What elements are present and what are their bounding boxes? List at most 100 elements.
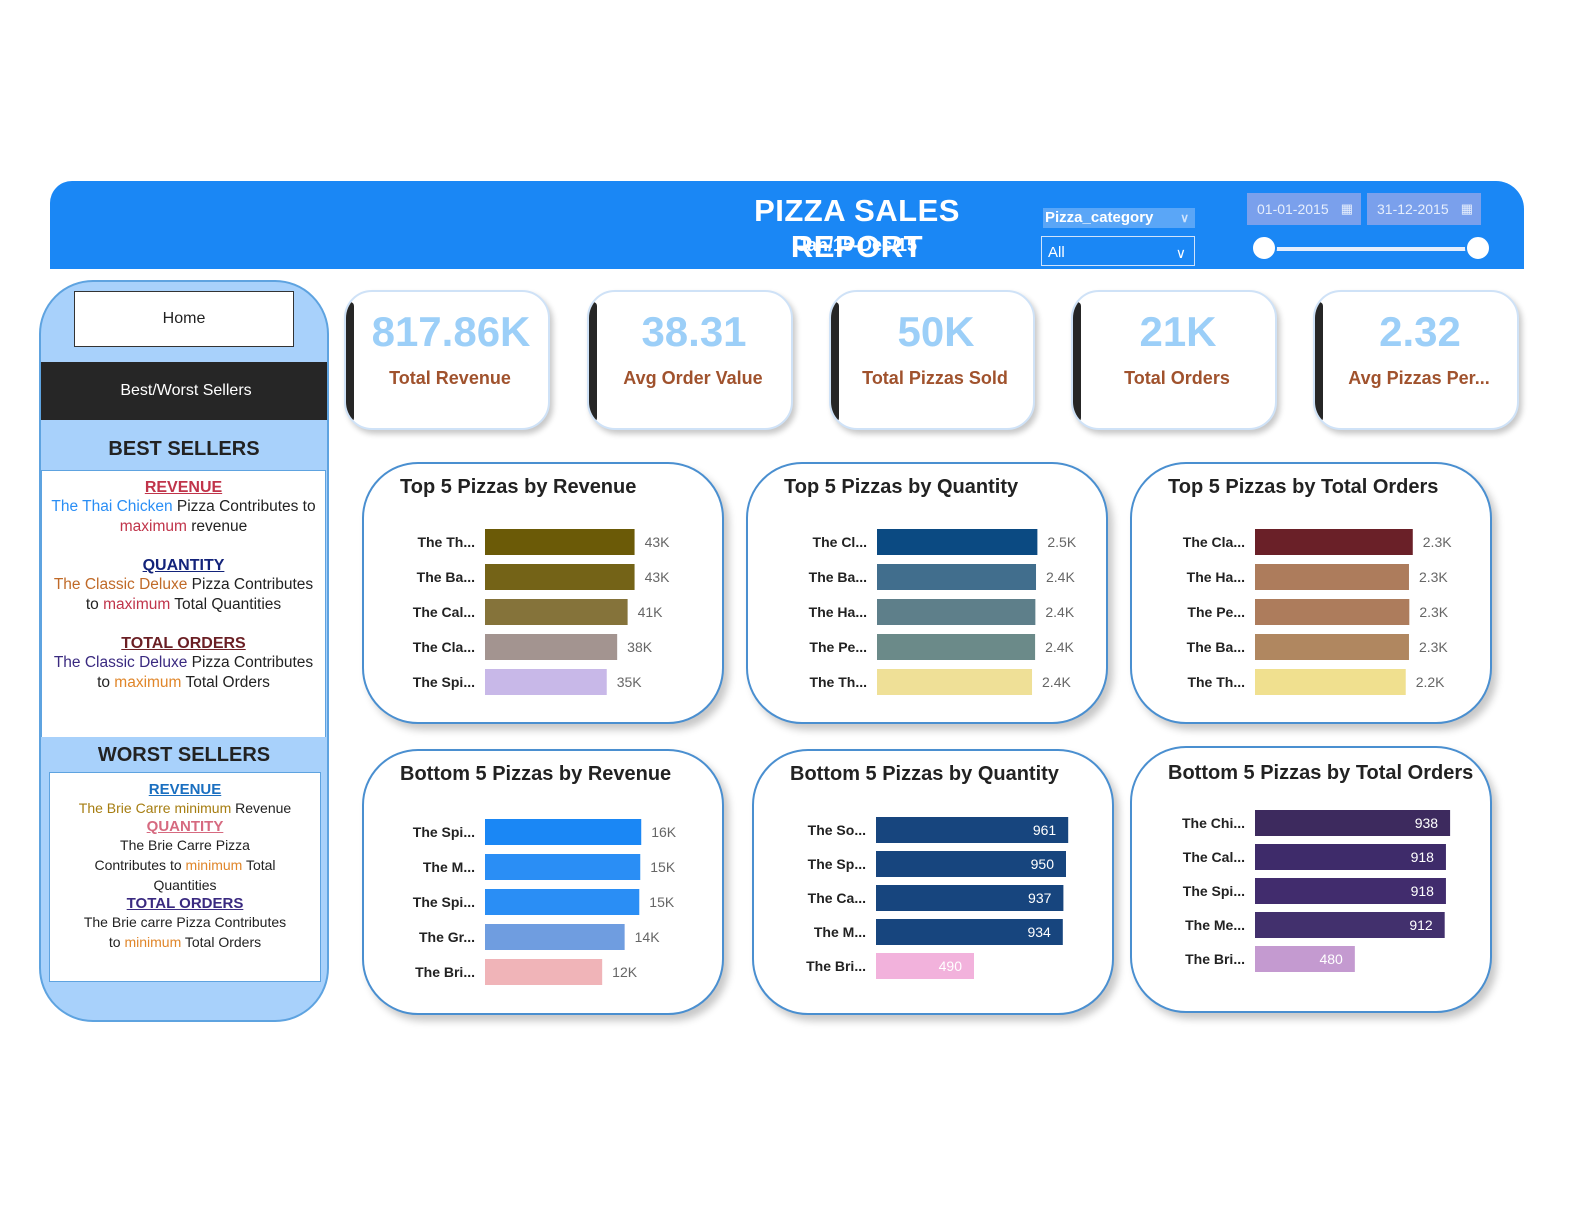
best-quantity-text-2: to — [85, 596, 104, 613]
data-label: 912 — [1409, 917, 1433, 933]
bar[interactable] — [485, 889, 640, 915]
category-label: The Spi... — [1183, 883, 1245, 899]
kpi-value: 38.31 — [641, 308, 747, 355]
best-quantity-text: The Classic Deluxe Pizza Contributes to m… — [42, 575, 325, 615]
worst-revenue-text: The Brie Carre minimum Revenue — [50, 798, 320, 818]
end-date-input[interactable]: 31-12-2015 ▦ — [1367, 193, 1481, 225]
chart-svg: The Th... 43K The Ba... 43K The Cal... 41K The… — [413, 529, 670, 695]
best-worst-sellers-button[interactable]: Best/Worst Sellers — [41, 362, 327, 420]
bar[interactable] — [485, 819, 642, 845]
chart-svg: The So... 961 The Sp... 950 The Ca... 937 The … — [806, 817, 1069, 979]
bar[interactable] — [485, 854, 641, 880]
kpi-card-total-revenue: 817.86K Total Revenue — [344, 290, 550, 430]
category-label: The Chi... — [1182, 815, 1245, 831]
best-revenue-text: The Thai Chicken Pizza Contributes to max… — [42, 497, 325, 537]
best-revenue-pizza: The Thai Chicken — [51, 498, 173, 515]
bar[interactable] — [485, 634, 618, 660]
worst-revenue-pizza: The Brie Carre minimum — [78, 800, 232, 816]
worst-orders-text: The Brie carre Pizza Contributes to minim… — [50, 912, 320, 952]
worst-revenue-heading: REVENUE — [148, 781, 222, 798]
start-date-input[interactable]: 01-01-2015 ▦ — [1247, 193, 1361, 225]
data-label: 961 — [1033, 822, 1057, 838]
data-label: 2.5K — [1047, 534, 1076, 550]
data-label: 938 — [1415, 815, 1439, 831]
worst-sellers-box: REVENUE The Brie Carre minimum Revenue Q… — [49, 772, 321, 982]
category-label: The Ha... — [1187, 569, 1245, 585]
kpi-label: Total Pizzas Sold — [862, 368, 1008, 388]
worst-orders-min: minimum — [124, 934, 182, 950]
bar[interactable] — [1255, 634, 1409, 660]
best-quantity-text-1: Pizza Contributes — [187, 576, 314, 593]
category-label: The Cla... — [413, 639, 475, 655]
category-label: The Gr... — [419, 929, 475, 945]
chart-card-top5-orders: Top 5 Pizzas by Total Orders The Cla... 2… — [1130, 462, 1492, 724]
best-sellers-title: BEST SELLERS — [108, 438, 260, 460]
kpi-label: Total Revenue — [389, 368, 511, 388]
chevron-down-icon[interactable]: ∨ — [1180, 208, 1189, 228]
report-subtitle: Jan/15-Dec/15 — [796, 235, 918, 255]
category-label: The Ha... — [809, 604, 867, 620]
category-dropdown[interactable]: All ∨ — [1041, 236, 1195, 266]
worst-sellers-title: WORST SELLERS — [97, 744, 271, 766]
date-range-start-handle[interactable] — [1251, 235, 1277, 261]
data-label: 35K — [617, 674, 643, 690]
date-range-slider-track[interactable] — [1264, 247, 1478, 251]
worst-revenue-insight: REVENUE The Brie Carre minimum Revenue — [50, 781, 320, 818]
category-label: The Pe... — [809, 639, 867, 655]
worst-quantity-text-4: Quantities — [153, 877, 217, 893]
calendar-icon[interactable]: ▦ — [1461, 193, 1473, 225]
date-range-end-handle[interactable] — [1465, 235, 1491, 261]
bar[interactable] — [1255, 669, 1406, 695]
best-revenue-heading: REVENUE — [144, 479, 223, 496]
kpi-value: 50K — [897, 308, 975, 355]
kpi-accent-bar — [589, 302, 597, 422]
data-label: 2.4K — [1042, 674, 1071, 690]
kpi-value: 2.32 — [1379, 308, 1461, 355]
bar[interactable] — [1255, 599, 1410, 625]
bar[interactable] — [485, 924, 625, 950]
worst-orders-heading: TOTAL ORDERS — [126, 895, 244, 912]
best-orders-pizza: The Classic Deluxe — [53, 654, 188, 671]
best-revenue-max: maximum — [119, 518, 187, 535]
chart-svg: The Spi... 16K The M... 15K The Spi... 15K The… — [413, 819, 677, 985]
data-label: 480 — [1319, 951, 1343, 967]
category-label: The Ba... — [809, 569, 867, 585]
bar[interactable] — [877, 669, 1033, 695]
data-label: 490 — [939, 958, 963, 974]
best-sellers-box: REVENUE The Thai Chicken Pizza Contribut… — [41, 470, 326, 738]
kpi-label: Avg Order Value — [623, 368, 763, 388]
data-label: 934 — [1027, 924, 1051, 940]
data-label: 950 — [1031, 856, 1055, 872]
kpi-card-avg-pizzas-per-order: 2.32 Avg Pizzas Per... — [1313, 290, 1519, 430]
bar[interactable] — [877, 529, 1038, 555]
bar[interactable] — [877, 634, 1036, 660]
bar[interactable] — [1255, 529, 1413, 555]
bar[interactable] — [485, 529, 635, 555]
kpi-card-total-orders: 21K Total Orders — [1071, 290, 1277, 430]
bar[interactable] — [485, 959, 603, 985]
best-orders-text-1: Pizza Contributes — [187, 654, 314, 671]
home-button[interactable]: Home — [74, 291, 294, 347]
worst-quantity-heading: QUANTITY — [146, 818, 224, 835]
kpi-value: 817.86K — [371, 308, 531, 355]
bar[interactable] — [485, 599, 628, 625]
bar[interactable] — [485, 564, 635, 590]
calendar-icon[interactable]: ▦ — [1341, 193, 1353, 225]
best-quantity-heading: QUANTITY — [142, 557, 225, 574]
chart-card-bottom5-revenue: Bottom 5 Pizzas by Revenue The Spi... 16K… — [362, 749, 724, 1015]
kpi-accent-bar — [1315, 302, 1323, 422]
best-orders-insight: TOTAL ORDERS The Classic Deluxe Pizza Co… — [42, 635, 325, 693]
best-quantity-insight: QUANTITY The Classic Deluxe Pizza Contri… — [42, 557, 325, 615]
bar[interactable] — [877, 564, 1037, 590]
data-label: 15K — [649, 894, 675, 910]
chart-card-bottom5-orders: Bottom 5 Pizzas by Total Orders The Chi.… — [1130, 746, 1492, 1013]
worst-quantity-text-3: Total — [242, 857, 276, 873]
category-label: The Ca... — [808, 890, 866, 906]
bar[interactable] — [877, 599, 1036, 625]
worst-orders-text-2: to — [108, 934, 125, 950]
bar[interactable] — [1255, 564, 1409, 590]
data-label: 2.2K — [1416, 674, 1445, 690]
best-revenue-text-1: Pizza Contributes to — [172, 498, 316, 515]
bar[interactable] — [485, 669, 607, 695]
worst-orders-text-3: Total Orders — [181, 934, 262, 950]
